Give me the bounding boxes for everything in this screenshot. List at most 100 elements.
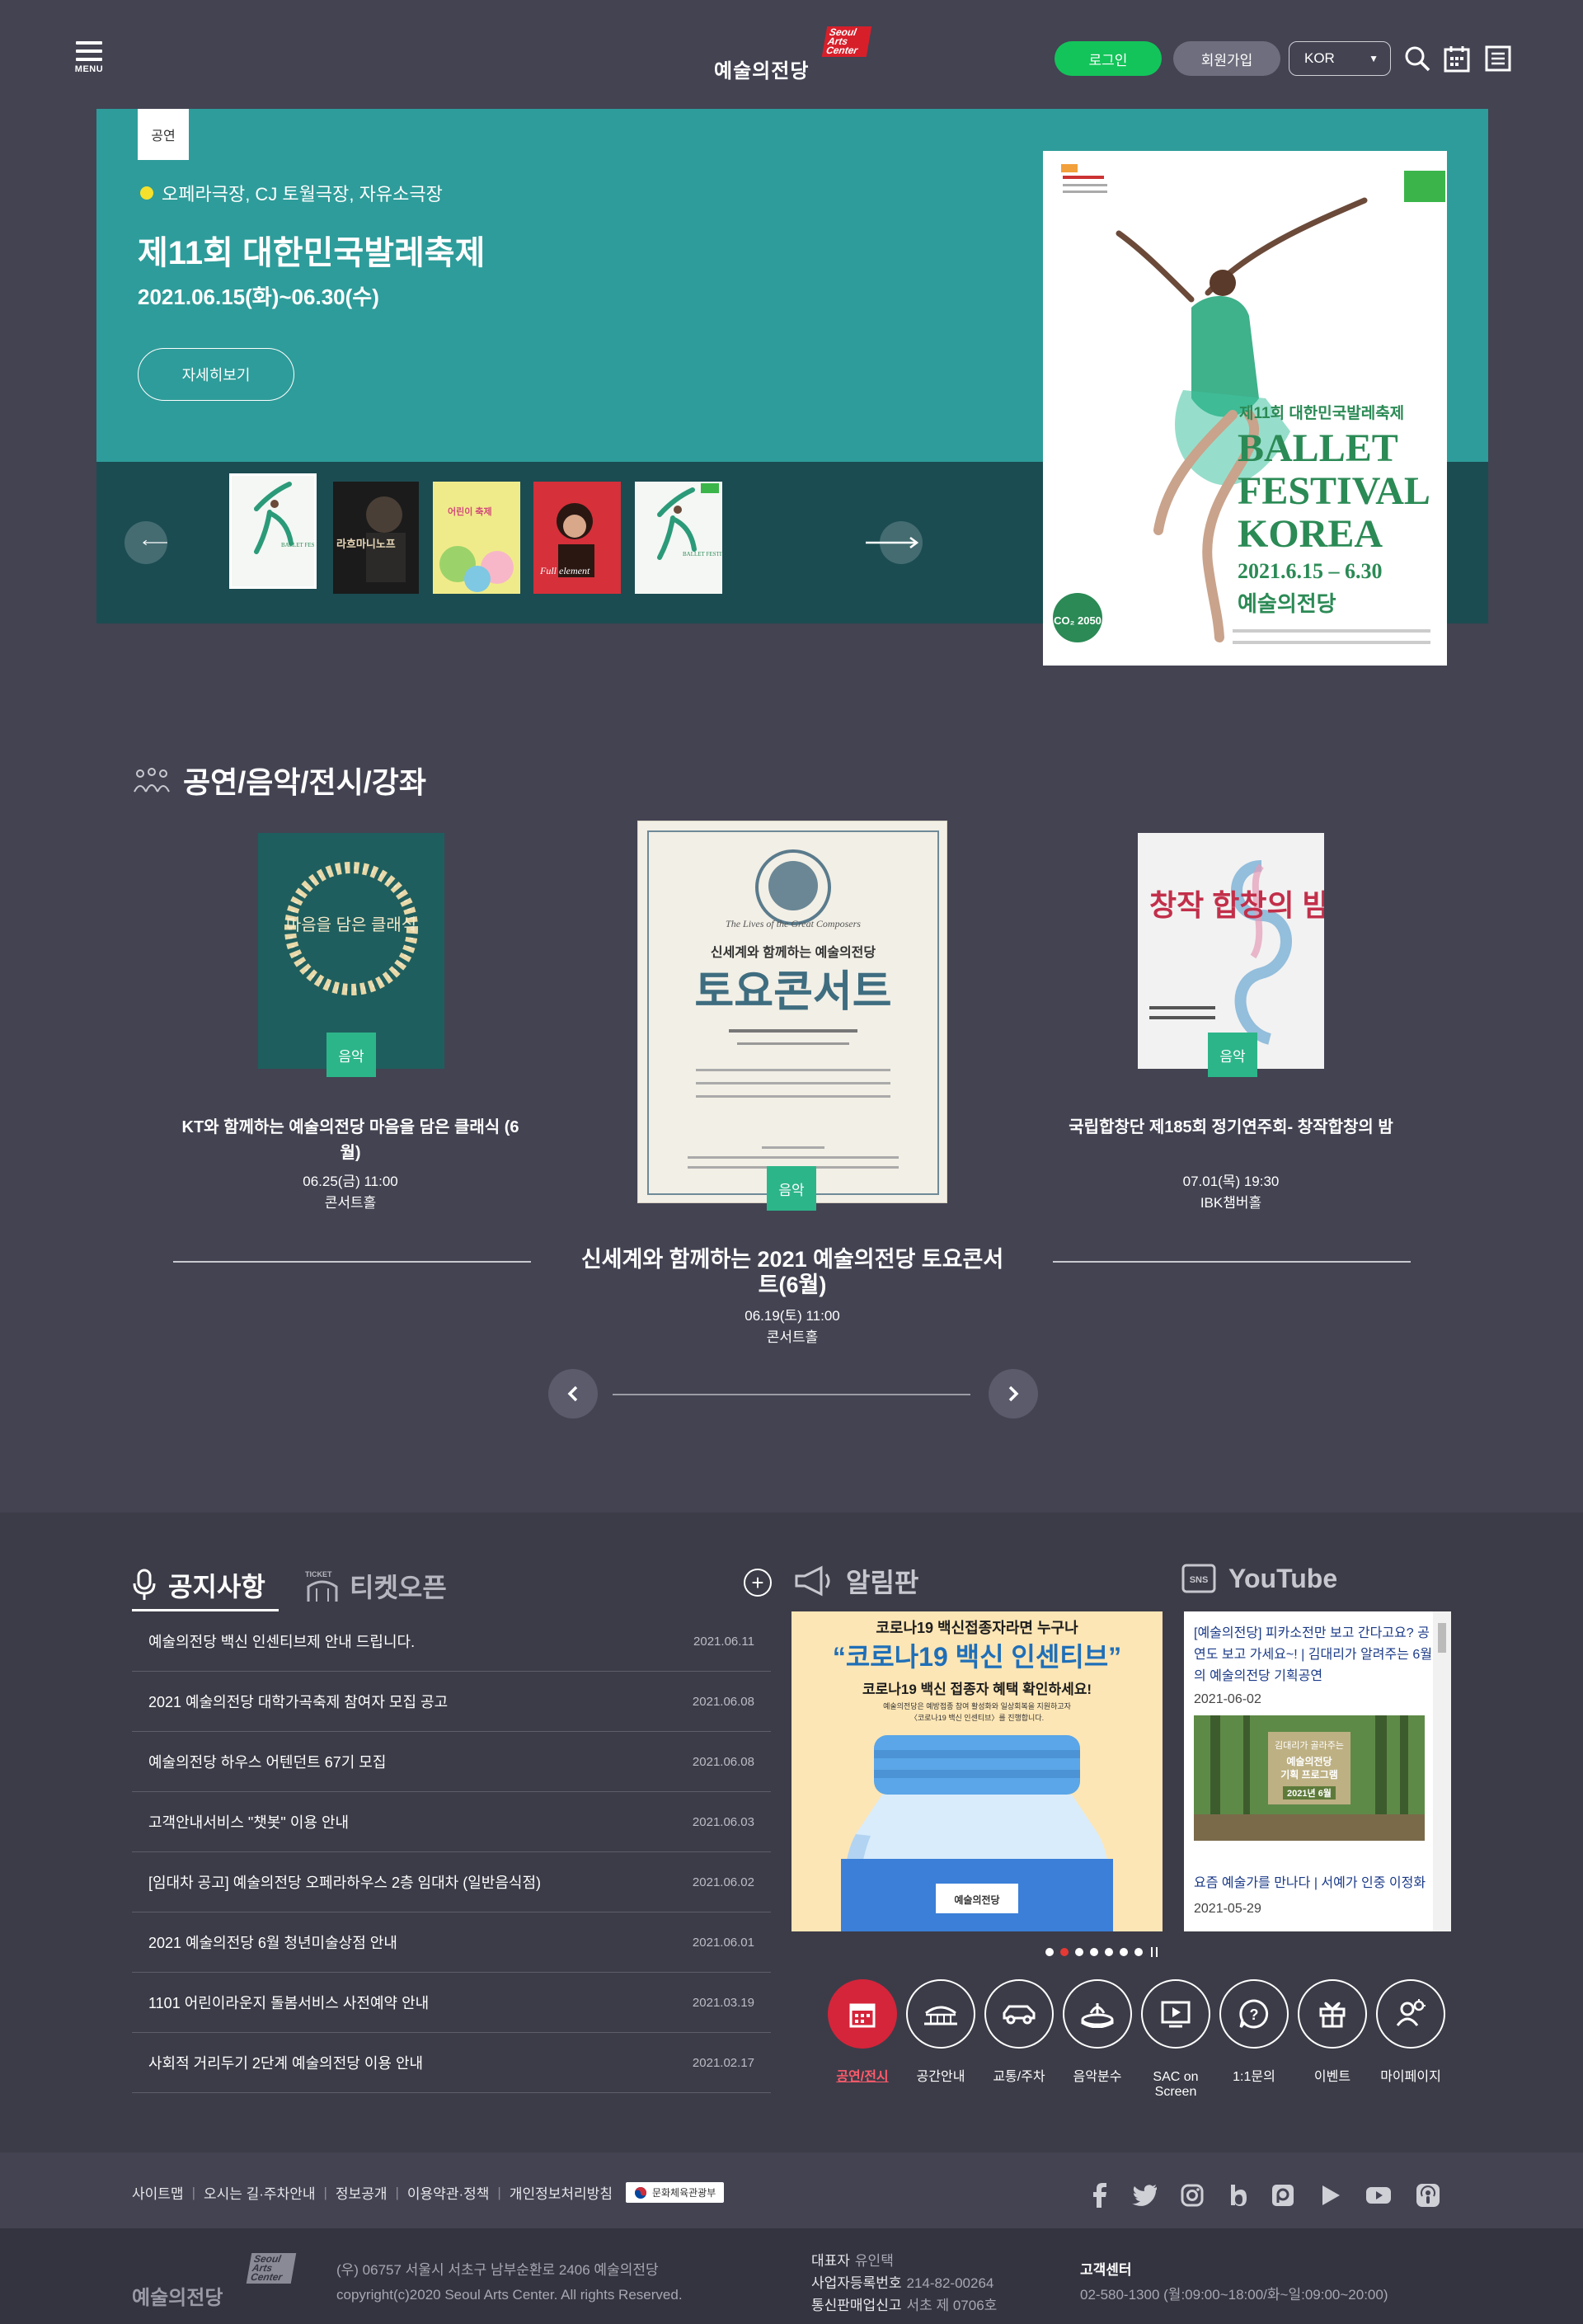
events-prev-button[interactable] xyxy=(548,1369,598,1418)
event-3-category: 음악 xyxy=(1208,1033,1257,1077)
notice-row[interactable]: 예술의전당 백신 인센티브제 안내 드립니다. 2021.06.11 xyxy=(132,1611,771,1672)
notice-row[interactable]: 고객안내서비스 "챗봇" 이용 안내 2021.06.03 xyxy=(132,1792,771,1852)
youtube-feed[interactable]: [예술의전당] 피카소전만 보고 간다고요? 공연도 보고 가세요~! | 김대… xyxy=(1184,1611,1451,1931)
facebook-icon[interactable] xyxy=(1087,2182,1113,2209)
board-dot[interactable] xyxy=(1075,1948,1083,1956)
hero-prev-button[interactable] xyxy=(124,521,167,564)
saturday-concert-poster: The Lives of the Great Composers 신세계와 함께… xyxy=(647,830,939,1195)
quick-sac-on-screen[interactable] xyxy=(1141,1979,1210,2049)
board-title-text: 알림판 xyxy=(846,1568,919,1597)
thumb-line3: 기획 프로그램 xyxy=(1280,1768,1338,1781)
event-1-venue: 콘서트홀 xyxy=(324,1195,377,1211)
notice-row[interactable]: 2021 예술의전당 대학가곡축제 참여자 모집 공고 2021.06.08 xyxy=(132,1672,771,1732)
board-dot[interactable] xyxy=(1045,1948,1054,1956)
event-1-title[interactable]: KT와 함께하는 예술의전당 마음을 담은 클래식 (6월) xyxy=(173,1115,528,1166)
notice-row[interactable]: [임대차 공고] 예술의전당 오페라하우스 2층 임대차 (일반음식점) 2021… xyxy=(132,1852,771,1912)
notice-title: 사회적 거리두기 2단계 예술의전당 이용 안내 xyxy=(148,2055,424,2072)
quick-spaces[interactable] xyxy=(906,1979,975,2049)
footer-customer-center: 고객센터 02-580-1300 (월:09:00~18:00/화~일:09:0… xyxy=(1080,2258,1388,2308)
quick-event[interactable] xyxy=(1298,1979,1367,2049)
play-icon[interactable] xyxy=(1318,2182,1344,2209)
blog-icon[interactable] xyxy=(1225,2182,1252,2209)
quick-label-event[interactable]: 이벤트 xyxy=(1291,2070,1374,2085)
hero-thumb-5[interactable]: BALLET FESTIVAL KOREA xyxy=(635,482,722,594)
hero-thumb-2[interactable]: 라흐마니노프 xyxy=(333,482,419,594)
menu-button[interactable]: MENU xyxy=(73,41,106,74)
board-dot[interactable] xyxy=(1090,1948,1098,1956)
quick-mypage[interactable] xyxy=(1376,1979,1445,2049)
footer-link-disclosure[interactable]: 정보공개 xyxy=(336,2182,388,2203)
venue-dot-icon xyxy=(140,186,153,200)
footer-link-sitemap[interactable]: 사이트맵 xyxy=(132,2182,184,2203)
hero-poster[interactable]: 제11회 대한민국발레축제 BALLET FESTIVAL KOREA 2021… xyxy=(1043,151,1447,666)
hero-thumb-4[interactable]: Full element xyxy=(533,482,621,594)
post-icon[interactable] xyxy=(1270,2182,1296,2209)
notice-row[interactable]: 2021 예술의전당 6월 청년미술상점 안내 2021.06.01 xyxy=(132,1912,771,1973)
podcast-icon[interactable] xyxy=(1415,2182,1441,2209)
quick-fountain[interactable] xyxy=(1063,1979,1132,2049)
footer-link-directions[interactable]: 오시는 길·주차안내 xyxy=(204,2182,316,2203)
hero-title[interactable]: 제11회 대한민국발레축제 xyxy=(138,226,485,274)
calendar-icon[interactable] xyxy=(1443,45,1471,73)
twitter-icon[interactable] xyxy=(1131,2182,1158,2209)
quick-performances[interactable] xyxy=(828,1979,897,2049)
mypage-icon xyxy=(1396,1999,1426,2026)
language-select[interactable]: KOR ▼ xyxy=(1289,41,1391,76)
hero-next-button[interactable] xyxy=(866,521,923,564)
hero-thumb-3[interactable]: 어린이 축제 xyxy=(433,482,520,594)
quick-label-transport[interactable]: 교통/주차 xyxy=(978,2070,1060,2085)
quick-label-fountain[interactable]: 음악분수 xyxy=(1056,2070,1139,2085)
quick-transport[interactable] xyxy=(984,1979,1054,2049)
tab-ticket-open[interactable]: TICKET 티켓오픈 xyxy=(305,1560,453,1611)
building-icon xyxy=(924,2006,957,2025)
events-next-button[interactable] xyxy=(989,1369,1038,1418)
quick-inquiry[interactable]: ? xyxy=(1219,1979,1289,2049)
car-icon xyxy=(1003,2005,1036,2025)
notice-row[interactable]: 1101 어린이라운지 돌봄서비스 사전예약 안내 2021.03.19 xyxy=(132,1973,771,2033)
gov-link[interactable]: 문화체육관광부 xyxy=(625,2182,725,2203)
login-button[interactable]: 로그인 xyxy=(1055,41,1162,76)
instagram-icon[interactable] xyxy=(1179,2182,1205,2209)
quick-label-inquiry[interactable]: 1:1문의 xyxy=(1213,2070,1295,2085)
notice-date: 2021.03.19 xyxy=(692,1995,754,2010)
scrollbar-thumb[interactable] xyxy=(1438,1623,1446,1653)
join-button[interactable]: 회원가입 xyxy=(1173,41,1280,76)
notice-tabs: 공지사항 TICKET 티켓오픈 xyxy=(132,1560,771,1611)
event-3-divider xyxy=(1053,1261,1411,1263)
sitemap-icon[interactable] xyxy=(1484,45,1512,73)
notice-row[interactable]: 예술의전당 하우스 어텐던트 67기 모집 2021.06.08 xyxy=(132,1732,771,1792)
megaphone-icon xyxy=(795,1565,830,1597)
event-2-title[interactable]: 신세계와 함께하는 2021 예술의전당 토요콘서트(6월) xyxy=(577,1247,1008,1298)
youtube-scrollbar[interactable] xyxy=(1433,1611,1451,1931)
event-poster-2[interactable]: The Lives of the Great Composers 신세계와 함께… xyxy=(637,821,947,1203)
board-banner[interactable]: 코로나19 백신접종자라면 누구나 “코로나19 백신 인센티브” 코로나19 … xyxy=(792,1611,1163,1931)
dropdown-arrow-icon: ▼ xyxy=(1369,53,1379,64)
board-dot[interactable] xyxy=(1105,1948,1113,1956)
quick-label-mypage[interactable]: 마이페이지 xyxy=(1369,2070,1452,2085)
chevron-left-icon xyxy=(567,1385,578,1402)
hero-more-button[interactable]: 자세히보기 xyxy=(138,348,294,401)
poster-dates: 2021.6.15 – 6.30 xyxy=(1238,559,1383,583)
footer-logo-text: 예술의전당 xyxy=(132,2287,223,2309)
board-org: 예술의전당 xyxy=(954,1894,999,1906)
notice-row[interactable]: 사회적 거리두기 2단계 예술의전당 이용 안내 2021.02.17 xyxy=(132,2033,771,2093)
youtube-thumbnail[interactable]: 김대리가 골라주는 예술의전당 기획 프로그램 2021년 6월 xyxy=(1194,1715,1425,1841)
pause-icon[interactable] xyxy=(1149,1946,1159,1958)
youtube-item-2-title[interactable]: 요즘 예술가를 만나다 | 서예가 인중 이정화 xyxy=(1194,1874,1433,1894)
youtube-icon[interactable] xyxy=(1365,2182,1392,2209)
search-icon[interactable] xyxy=(1403,45,1431,73)
board-dot[interactable] xyxy=(1120,1948,1128,1956)
board-dot[interactable] xyxy=(1134,1948,1143,1956)
quick-label-spaces[interactable]: 공간안내 xyxy=(900,2070,982,2085)
thumb-1-text: BALLET FESTIVAL KOREA xyxy=(281,542,314,548)
hero-thumb-1[interactable]: BALLET FESTIVAL KOREA xyxy=(229,473,317,589)
footer-link-terms[interactable]: 이용약관·정책 xyxy=(407,2182,490,2203)
quick-label-sac-on-screen[interactable]: SAC on Screen xyxy=(1134,2070,1217,2100)
tab-notices[interactable]: 공지사항 xyxy=(132,1560,279,1611)
youtube-item-1-title[interactable]: [예술의전당] 피카소전만 보고 간다고요? 공연도 보고 가세요~! | 김대… xyxy=(1194,1623,1433,1687)
board-dot-active[interactable] xyxy=(1060,1948,1069,1956)
footer-link-privacy[interactable]: 개인정보처리방침 xyxy=(510,2182,613,2203)
event-3-title[interactable]: 국립합창단 제185회 정기연주회- 창작합창의 밤 xyxy=(1053,1115,1409,1141)
notices-more-button[interactable]: + xyxy=(744,1569,772,1597)
quick-label-performances[interactable]: 공연/전시 xyxy=(821,2070,904,2085)
